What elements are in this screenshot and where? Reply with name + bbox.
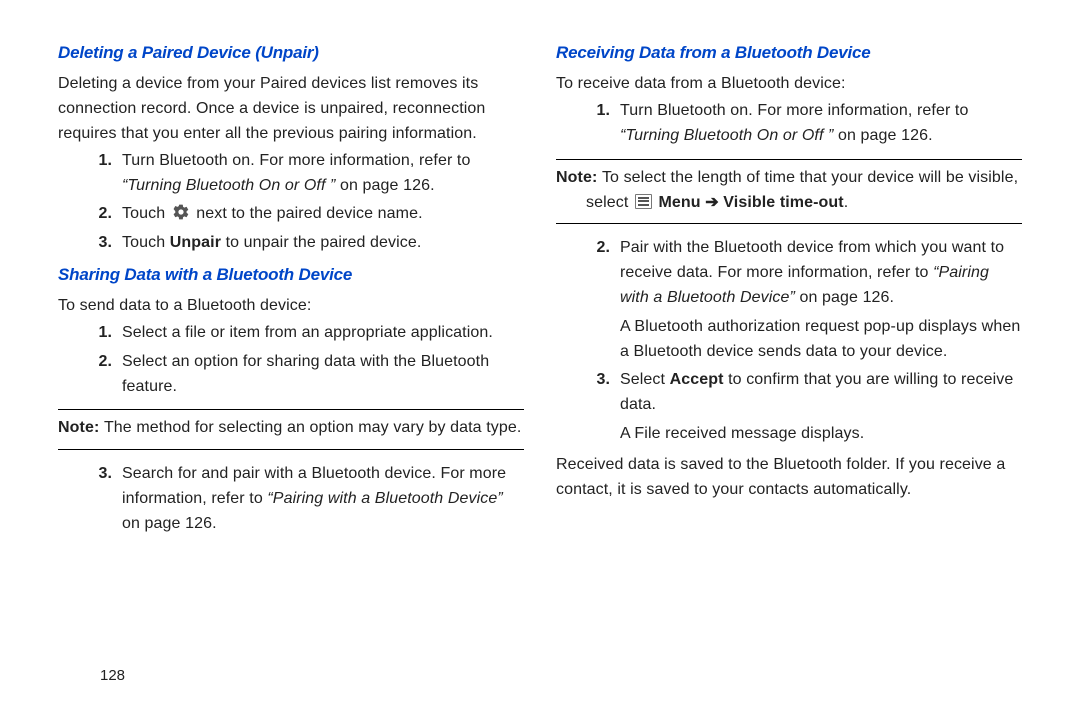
step-number: 3. [556, 368, 620, 446]
step-number: 1. [58, 149, 122, 199]
heading-receiving: Receiving Data from a Bluetooth Device [556, 40, 1022, 66]
ui-label-accept: Accept [670, 371, 724, 388]
step-text: to unpair the paired device. [221, 234, 421, 251]
step-text: on page 126. [335, 177, 434, 194]
step-sub-text: A Bluetooth authorization request pop-up… [620, 315, 1022, 365]
step-text: Touch [122, 234, 170, 251]
sharing-steps-before-note: 1. Select a file or item from an appropr… [58, 321, 524, 399]
unpair-intro: Deleting a device from your Paired devic… [58, 72, 524, 146]
step-number: 3. [58, 462, 122, 536]
step-text: Select a file or item from an appropriat… [122, 321, 524, 346]
receiving-step-2: 2. Pair with the Bluetooth device from w… [556, 236, 1022, 364]
cross-reference: “Turning Bluetooth On or Off ” [620, 127, 833, 144]
step-text: Select an option for sharing data with t… [122, 350, 524, 400]
step-number: 2. [556, 236, 620, 364]
ui-label-menu: Menu [659, 194, 701, 211]
step-text: Touch [122, 205, 170, 222]
ui-label-unpair: Unpair [170, 234, 221, 251]
step-text: Turn Bluetooth on. For more information,… [122, 152, 470, 169]
note-text: The method for selecting an option may v… [104, 419, 521, 436]
step-text: Select [620, 371, 670, 388]
page-number: 128 [100, 667, 125, 684]
unpair-step-1: 1. Turn Bluetooth on. For more informati… [58, 149, 524, 199]
note-box: Note: The method for selecting an option… [58, 409, 524, 450]
step-number: 2. [58, 202, 122, 227]
arrow-icon: ➔ [701, 194, 724, 211]
step-number: 1. [58, 321, 122, 346]
sharing-intro: To send data to a Bluetooth device: [58, 294, 524, 319]
unpair-steps: 1. Turn Bluetooth on. For more informati… [58, 149, 524, 256]
right-column: Receiving Data from a Bluetooth Device T… [540, 40, 1022, 700]
receiving-step-1: 1. Turn Bluetooth on. For more informati… [556, 99, 1022, 149]
note-box: Note: To select the length of time that … [556, 159, 1022, 225]
step-number: 1. [556, 99, 620, 149]
step-text: on page 126. [833, 127, 932, 144]
receiving-intro: To receive data from a Bluetooth device: [556, 72, 1022, 97]
menu-icon [635, 194, 652, 209]
step-number: 2. [58, 350, 122, 400]
step-sub-text: A File received message displays. [620, 422, 1022, 447]
step-number: 3. [58, 231, 122, 256]
heading-unpair: Deleting a Paired Device (Unpair) [58, 40, 524, 66]
step-text: next to the paired device name. [196, 205, 422, 222]
ui-label-visible-timeout: Visible time-out [723, 194, 843, 211]
gear-icon [172, 203, 190, 221]
cross-reference: “Turning Bluetooth On or Off ” [122, 177, 335, 194]
sharing-step-2: 2. Select an option for sharing data wit… [58, 350, 524, 400]
step-text: on page 126. [122, 515, 217, 532]
receiving-steps-after-note: 2. Pair with the Bluetooth device from w… [556, 236, 1022, 446]
step-text: on page 126. [795, 289, 894, 306]
sharing-steps-after-note: 3. Search for and pair with a Bluetooth … [58, 462, 524, 536]
unpair-step-2: 2. Touch next to the paired device name. [58, 202, 524, 227]
step-text: Turn Bluetooth on. For more information,… [620, 102, 968, 119]
receiving-step-3: 3. Select Accept to confirm that you are… [556, 368, 1022, 446]
receiving-steps-before-note: 1. Turn Bluetooth on. For more informati… [556, 99, 1022, 149]
left-column: Deleting a Paired Device (Unpair) Deleti… [58, 40, 540, 700]
cross-reference: “Pairing with a Bluetooth Device” [267, 490, 502, 507]
receiving-outro: Received data is saved to the Bluetooth … [556, 453, 1022, 503]
note-text: . [844, 194, 849, 211]
note-label: Note: [556, 169, 602, 186]
unpair-step-3: 3. Touch Unpair to unpair the paired dev… [58, 231, 524, 256]
sharing-step-3: 3. Search for and pair with a Bluetooth … [58, 462, 524, 536]
note-label: Note: [58, 419, 104, 436]
heading-sharing: Sharing Data with a Bluetooth Device [58, 262, 524, 288]
page: Deleting a Paired Device (Unpair) Deleti… [0, 0, 1080, 720]
sharing-step-1: 1. Select a file or item from an appropr… [58, 321, 524, 346]
